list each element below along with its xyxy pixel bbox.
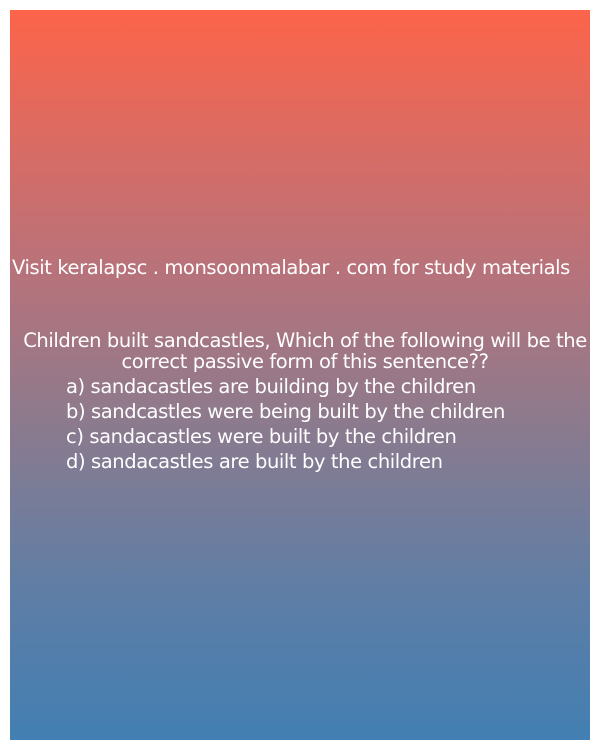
- option-d: d) sandacastles are built by the childre…: [66, 450, 443, 473]
- question-text: Children built sandcastles, Which of the…: [23, 329, 587, 373]
- answer-options: a) sandacastles are building by the chil…: [66, 374, 505, 474]
- quiz-card: Visit keralapsc . monsoonmalabar . com f…: [10, 10, 590, 740]
- option-a: a) sandacastles are building by the chil…: [66, 375, 476, 398]
- option-c: c) sandacastles were built by the childr…: [66, 425, 457, 448]
- option-b: b) sandcastles were being built by the c…: [66, 400, 505, 423]
- promo-text: Visit keralapsc . monsoonmalabar . com f…: [12, 256, 570, 279]
